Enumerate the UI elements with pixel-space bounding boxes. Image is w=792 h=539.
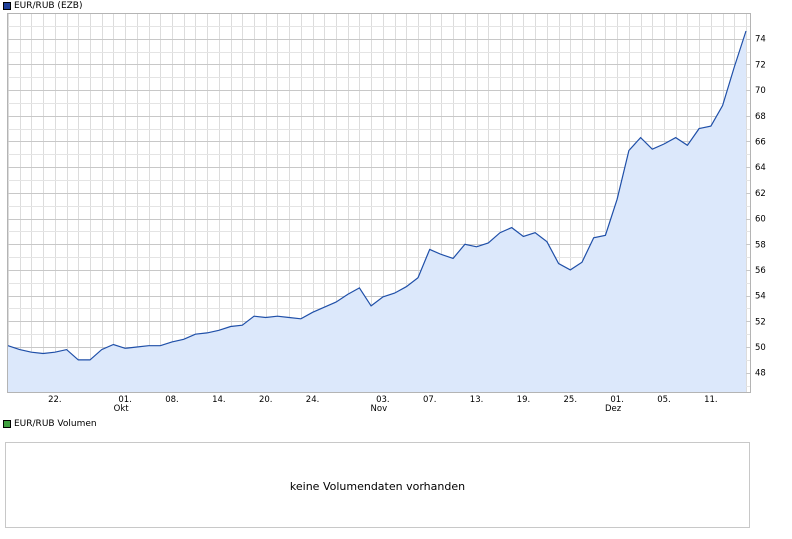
x-tick-label: 25. <box>564 395 578 405</box>
y-tick-label: 62 <box>755 189 766 199</box>
x-tick-label: 07. <box>423 395 437 405</box>
y-axis-labels: 48 50 52 54 56 58 60 62 64 66 68 70 72 74 <box>755 35 766 379</box>
volume-legend: EUR/RUB Volumen <box>3 418 97 430</box>
y-tick-label: 60 <box>755 215 766 225</box>
price-chart: 22. 01.Okt08. 14. 20. 24. 03.Nov07. 13. 19. 25. 0… <box>7 13 766 414</box>
x-tick-month-label: Nov <box>371 404 388 414</box>
x-axis-labels: 22. 01.Okt08. 14. 20. 24. 03.Nov07. 13. 19. 25. 0… <box>48 395 718 414</box>
y-tick-label: 70 <box>755 86 766 96</box>
x-tick-label: 08. <box>165 395 179 405</box>
x-tick-label: 14. <box>212 395 226 405</box>
y-tick-label: 54 <box>755 292 766 302</box>
y-tick-label: 50 <box>755 343 766 353</box>
y-tick-label: 72 <box>755 60 766 70</box>
price-area-fill <box>8 31 746 392</box>
volume-panel: keine Volumendaten vorhanden <box>5 442 750 528</box>
y-tick-label: 52 <box>755 317 766 327</box>
y-tick-label: 68 <box>755 112 766 122</box>
volume-empty-message: keine Volumendaten vorhanden <box>289 480 466 493</box>
y-tick-label: 74 <box>755 35 766 45</box>
x-tick-label: 20. <box>259 395 273 405</box>
y-tick-label: 48 <box>755 369 766 379</box>
y-tick-label: 64 <box>755 163 766 173</box>
x-tick-month-label: Dez <box>605 404 622 414</box>
x-tick-label: 22. <box>48 395 62 405</box>
x-tick-label: 13. <box>470 395 484 405</box>
volume-legend-label: EUR/RUB Volumen <box>14 419 97 429</box>
x-tick-month-label: Okt <box>114 404 130 414</box>
volume-legend-swatch <box>3 420 11 428</box>
y-tick-label: 56 <box>755 266 766 276</box>
x-tick-label: 19. <box>517 395 531 405</box>
x-tick-label: 05. <box>657 395 671 405</box>
y-tick-label: 58 <box>755 240 766 250</box>
y-tick-label: 66 <box>755 137 766 147</box>
x-tick-label: 11. <box>704 395 718 405</box>
x-tick-label: 24. <box>306 395 320 405</box>
